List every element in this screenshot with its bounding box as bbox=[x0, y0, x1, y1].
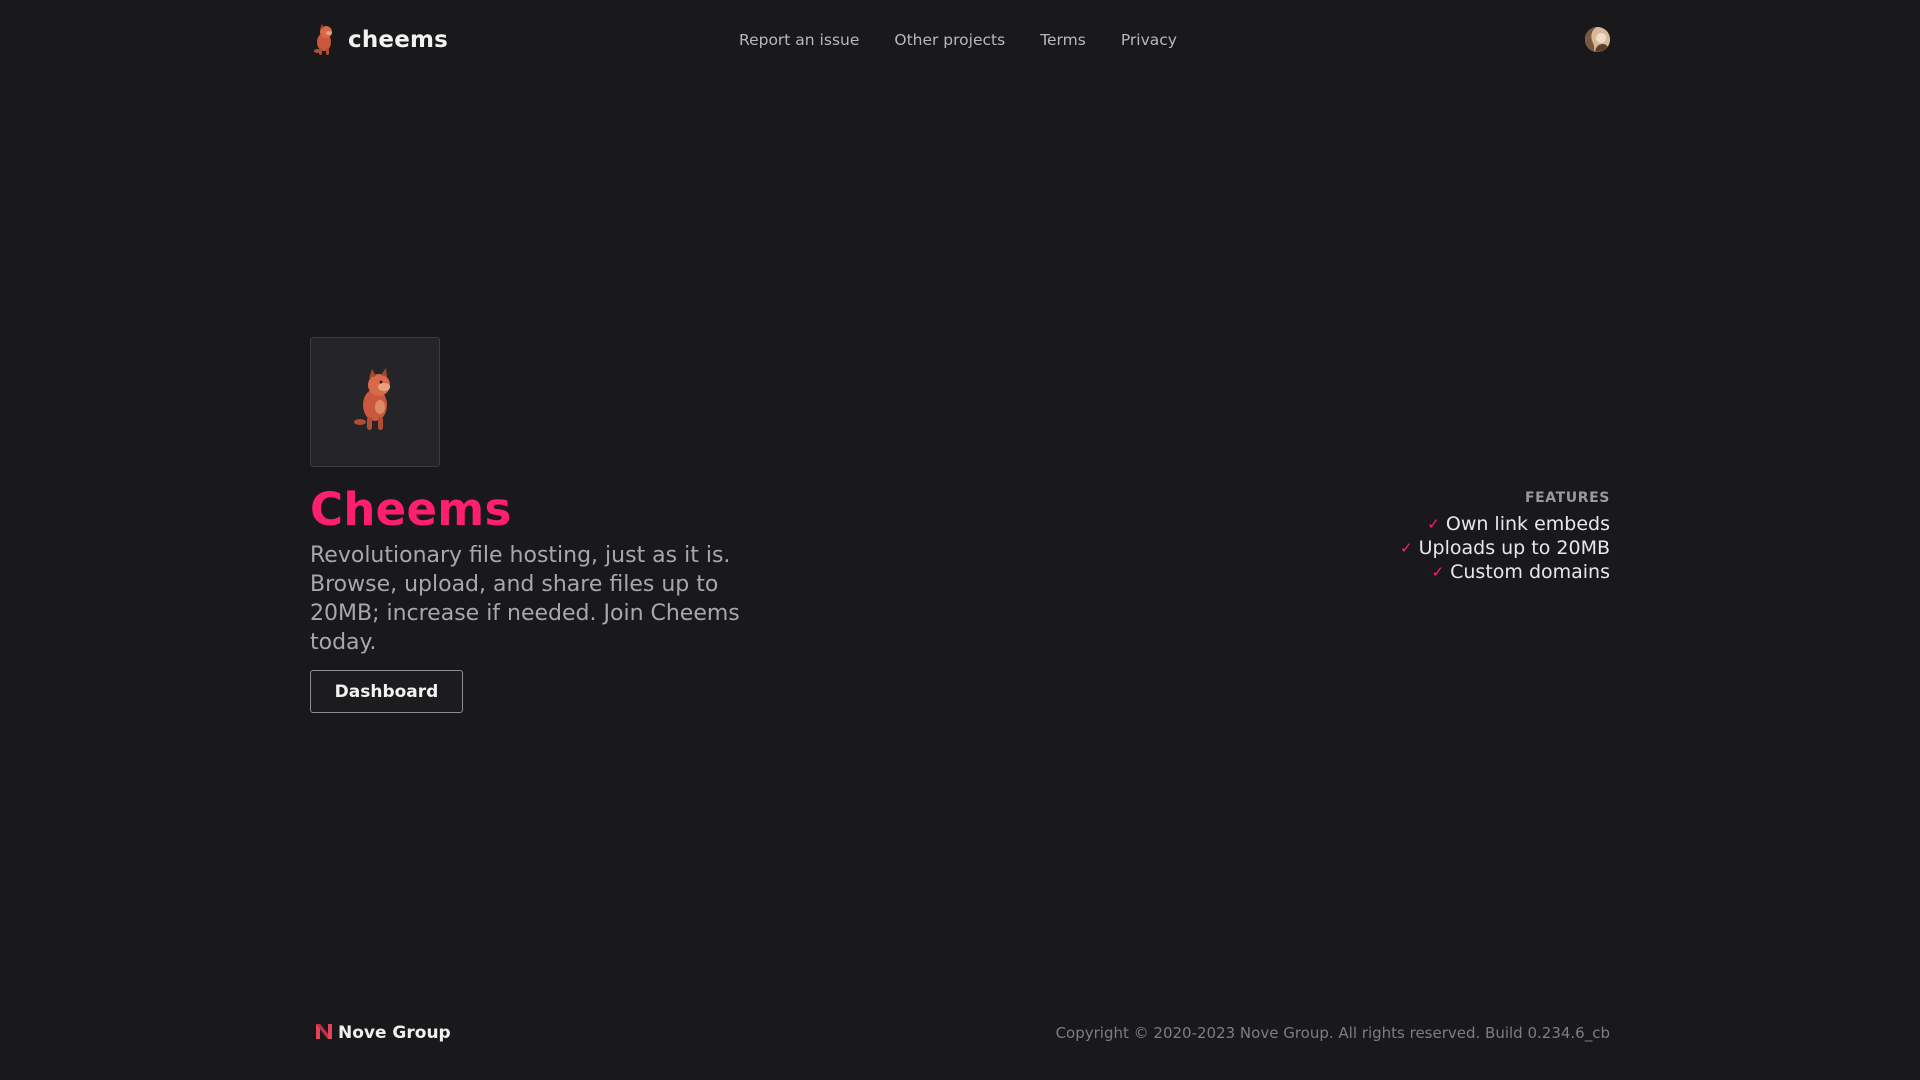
main-nav: Report an issue Other projects Terms Pri… bbox=[739, 20, 1177, 60]
dashboard-button[interactable]: Dashboard bbox=[310, 670, 463, 713]
nav-terms-link[interactable]: Terms bbox=[1040, 31, 1086, 49]
brand-home-link[interactable]: cheems bbox=[310, 20, 448, 60]
check-icon: ✓ bbox=[1431, 563, 1445, 581]
footer: Nove Group Copyright © 2020-2023 Nove Gr… bbox=[310, 1020, 1610, 1046]
feature-label: Custom domains bbox=[1450, 561, 1610, 583]
nav-privacy-link[interactable]: Privacy bbox=[1121, 31, 1177, 49]
features-heading: FEATURES bbox=[1524, 490, 1610, 506]
nove-logo-icon bbox=[314, 1021, 334, 1045]
user-avatar-icon[interactable] bbox=[1585, 27, 1610, 52]
hero-description: Revolutionary file hosting, just as it i… bbox=[310, 543, 740, 655]
feature-item: ✓ Own link embeds bbox=[1400, 512, 1610, 536]
nav-report-issue-link[interactable]: Report an issue bbox=[739, 31, 859, 49]
hero-section: Cheems Revolutionary file hosting, just … bbox=[310, 337, 790, 713]
footer-brand-link[interactable]: Nove Group bbox=[314, 1020, 451, 1046]
footer-brand-name: Nove Group bbox=[338, 1023, 451, 1043]
feature-label: Own link embeds bbox=[1445, 513, 1610, 535]
check-icon: ✓ bbox=[1400, 539, 1413, 557]
check-icon: ✓ bbox=[1427, 515, 1440, 533]
hero-title: Cheems bbox=[310, 483, 512, 536]
nav-other-projects-link[interactable]: Other projects bbox=[894, 31, 1005, 49]
cheems-dog-icon bbox=[310, 23, 338, 57]
feature-label: Uploads up to 20MB bbox=[1418, 537, 1610, 559]
features-panel: FEATURES ✓ Own link embeds ✓ Uploads up … bbox=[1400, 490, 1610, 584]
copyright-text: Copyright © 2020-2023 Nove Group. All ri… bbox=[1055, 1024, 1610, 1042]
top-navigation-bar: cheems Report an issue Other projects Te… bbox=[310, 20, 1610, 60]
brand-name: cheems bbox=[348, 27, 449, 53]
feature-item: ✓ Uploads up to 20MB bbox=[1400, 536, 1610, 560]
feature-item: ✓ Custom domains bbox=[1400, 560, 1610, 584]
page: cheems Report an issue Other projects Te… bbox=[0, 0, 1920, 1080]
hero-image-card bbox=[310, 337, 440, 467]
cheems-dog-icon bbox=[350, 367, 400, 437]
